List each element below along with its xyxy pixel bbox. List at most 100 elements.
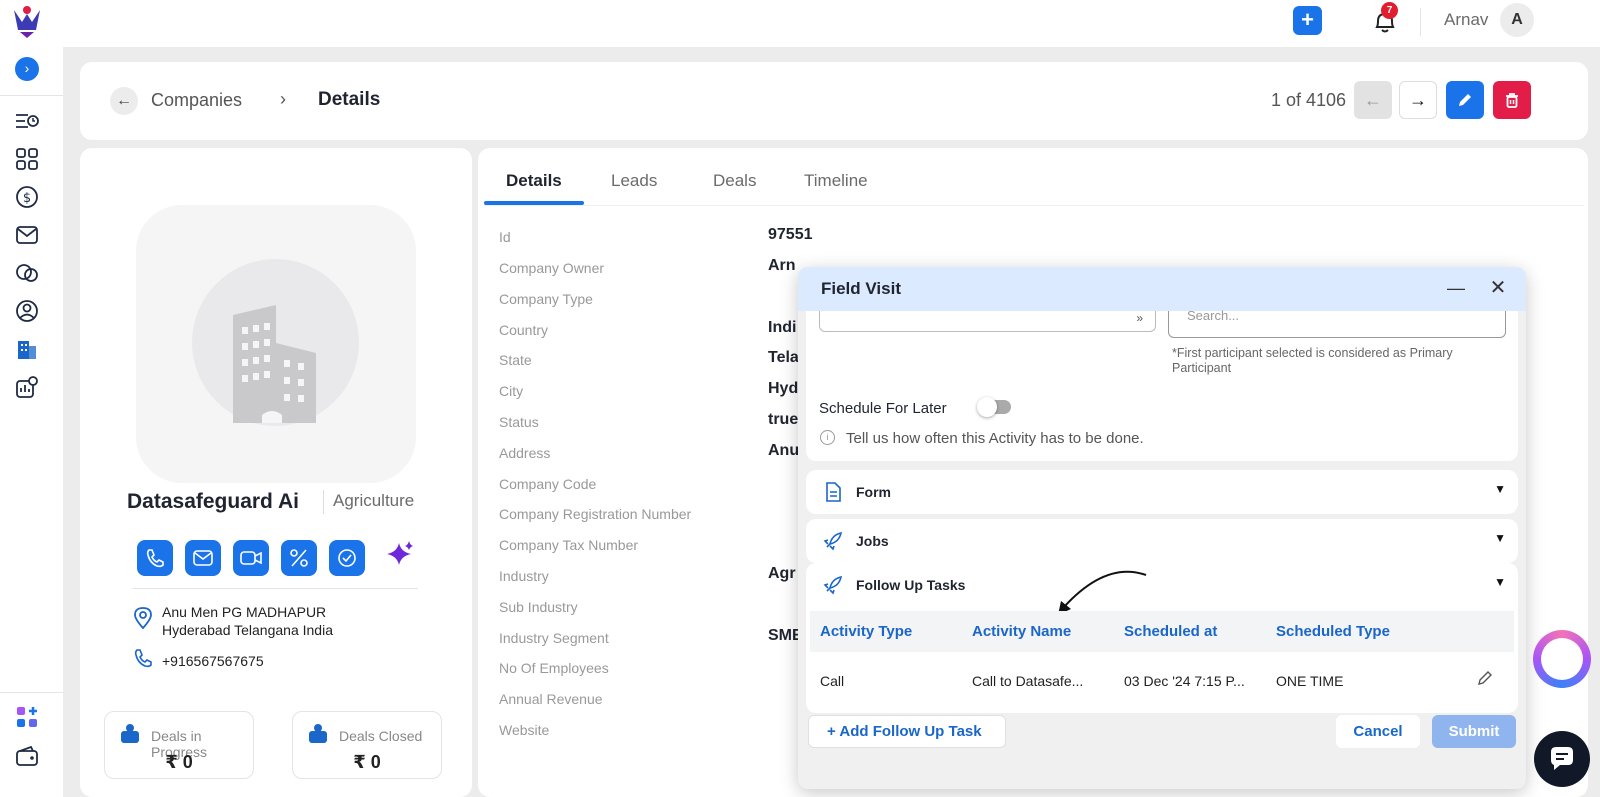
next-record-button[interactable]: → bbox=[1399, 81, 1437, 119]
user-avatar[interactable]: A bbox=[1500, 3, 1534, 37]
info-icon: i bbox=[820, 430, 835, 445]
section-label[interactable]: Follow Up Tasks bbox=[856, 577, 965, 593]
tab-deals[interactable]: Deals bbox=[713, 171, 756, 191]
activity-details-section: » Search... *First participant selected … bbox=[806, 308, 1518, 461]
form-section[interactable]: Form ▼ bbox=[806, 470, 1518, 514]
phone-number[interactable]: +916567567675 bbox=[162, 653, 264, 669]
video-icon bbox=[240, 551, 262, 565]
search-placeholder: Search... bbox=[1187, 308, 1240, 323]
company-industry: Agriculture bbox=[333, 491, 415, 510]
cancel-button[interactable]: Cancel bbox=[1336, 715, 1420, 748]
participant-search-input[interactable]: Search... bbox=[1168, 308, 1506, 338]
chat-support-button[interactable] bbox=[1534, 731, 1590, 787]
record-pager: 1 of 4106 bbox=[1271, 90, 1347, 110]
mail-icon bbox=[193, 550, 213, 566]
add-follow-up-task-button[interactable]: + Add Follow Up Task bbox=[808, 715, 1006, 748]
company-profile-card: Datasafeguard Ai Agriculture Anu Men PG … bbox=[80, 148, 472, 797]
field-label: State bbox=[499, 352, 532, 368]
stat-label: Deals Closed bbox=[339, 728, 423, 744]
app-logo[interactable] bbox=[10, 4, 44, 38]
chevron-right-icon: › bbox=[280, 89, 286, 109]
field-value-industry: Agr bbox=[768, 565, 796, 582]
mail-icon[interactable] bbox=[14, 222, 40, 248]
form-icon bbox=[826, 482, 841, 502]
dollar-icon[interactable]: $ bbox=[14, 184, 40, 210]
ai-sparkle-icon[interactable] bbox=[385, 539, 415, 569]
company-avatar bbox=[136, 205, 416, 483]
edit-button[interactable] bbox=[1446, 81, 1484, 119]
rocket-icon bbox=[823, 531, 843, 551]
trash-icon bbox=[1506, 93, 1518, 108]
top-bar: + 7 Arnav A bbox=[0, 0, 1600, 47]
caret-down-icon: ▼ bbox=[1494, 531, 1506, 545]
user-name[interactable]: Arnav bbox=[1444, 10, 1488, 30]
grid-icon[interactable] bbox=[14, 146, 40, 172]
schedule-toggle[interactable] bbox=[977, 397, 1011, 417]
divider bbox=[1420, 8, 1421, 36]
field-label: Company Type bbox=[499, 291, 593, 307]
email-button[interactable] bbox=[185, 540, 221, 576]
activity-icon[interactable] bbox=[14, 108, 40, 134]
submit-button[interactable]: Submit bbox=[1432, 715, 1516, 748]
column-header: Scheduled at bbox=[1124, 623, 1218, 640]
minimize-button[interactable]: — bbox=[1444, 273, 1468, 303]
field-visit-button[interactable] bbox=[281, 540, 317, 576]
tab-timeline[interactable]: Timeline bbox=[804, 171, 868, 191]
chat-icon[interactable] bbox=[14, 260, 40, 286]
edit-icon[interactable] bbox=[1476, 669, 1494, 687]
settings-icon[interactable] bbox=[14, 374, 40, 400]
breadcrumb: ← Companies › Details 1 of 4106 ← → bbox=[80, 62, 1588, 140]
field-label: Company Registration Number bbox=[499, 506, 692, 522]
date-input[interactable]: » bbox=[819, 311, 1156, 332]
stat-value: ₹ 0 bbox=[353, 752, 381, 772]
deals-in-progress-card: Deals in Progress ₹ 0 bbox=[104, 711, 254, 779]
modal-header: Field Visit — ✕ bbox=[798, 267, 1526, 311]
companies-icon[interactable] bbox=[14, 336, 40, 362]
stat-value: ₹ 0 bbox=[165, 752, 193, 772]
back-button[interactable]: ← bbox=[110, 87, 138, 115]
sidebar-expand-button[interactable]: › bbox=[15, 57, 39, 81]
divider bbox=[484, 205, 1584, 206]
field-label: Address bbox=[499, 445, 551, 461]
address-line: Hyderabad Telangana India bbox=[162, 622, 333, 638]
field-label: Industry bbox=[499, 568, 549, 584]
previous-record-button[interactable]: ← bbox=[1354, 81, 1392, 119]
page-title: Details bbox=[318, 89, 381, 110]
jobs-section[interactable]: Jobs ▼ bbox=[806, 519, 1518, 563]
toggle-knob bbox=[977, 397, 997, 417]
video-call-button[interactable] bbox=[233, 540, 269, 576]
cell-activity-name: Call to Datasafe... bbox=[972, 673, 1084, 689]
field-label: No Of Employees bbox=[499, 660, 609, 676]
apps-icon[interactable] bbox=[14, 704, 40, 730]
field-label: Country bbox=[499, 322, 549, 338]
field-value-city: Hyd bbox=[768, 380, 799, 397]
badge-button[interactable] bbox=[329, 540, 365, 576]
call-button[interactable] bbox=[137, 540, 173, 576]
tab-leads[interactable]: Leads bbox=[611, 171, 657, 191]
close-button[interactable]: ✕ bbox=[1486, 273, 1510, 303]
divider bbox=[0, 95, 63, 96]
section-label: Form bbox=[856, 484, 891, 500]
column-header: Activity Type bbox=[820, 623, 913, 640]
section-label: Jobs bbox=[856, 533, 889, 549]
divider bbox=[0, 692, 63, 693]
quick-add-button[interactable]: + bbox=[1293, 6, 1322, 35]
contact-icon[interactable] bbox=[14, 298, 40, 324]
phone-icon bbox=[134, 649, 152, 668]
column-header: Activity Name bbox=[972, 623, 1072, 640]
field-label: Status bbox=[499, 414, 539, 430]
field-value-status: true bbox=[768, 411, 799, 428]
building-icon bbox=[233, 305, 316, 423]
field-label: Company Owner bbox=[499, 260, 605, 276]
field-label: Company Code bbox=[499, 476, 597, 492]
tab-details[interactable]: Details bbox=[506, 171, 562, 191]
pencil-icon bbox=[1459, 94, 1471, 106]
assistant-ring-button[interactable] bbox=[1533, 630, 1591, 688]
wallet-icon[interactable] bbox=[14, 744, 40, 770]
address-line: Anu Men PG MADHAPUR bbox=[162, 604, 327, 620]
caret-down-icon[interactable]: ▼ bbox=[1494, 575, 1506, 589]
delete-button[interactable] bbox=[1493, 81, 1531, 119]
breadcrumb-companies-link[interactable]: Companies bbox=[151, 90, 242, 111]
cell-activity-type: Call bbox=[820, 673, 845, 689]
field-label: Company Tax Number bbox=[499, 537, 639, 553]
